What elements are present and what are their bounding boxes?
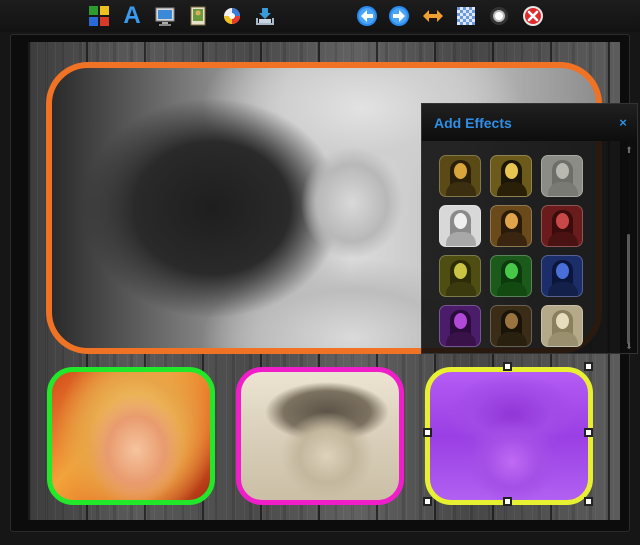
- resize-handle-top[interactable]: [503, 362, 512, 371]
- photo-frame-2[interactable]: [236, 367, 404, 505]
- thumbnail-body: [497, 182, 527, 196]
- effect-thumbnail-blue-tint[interactable]: [541, 255, 583, 297]
- thumbnail-body: [446, 332, 476, 346]
- thumbnail-face: [454, 263, 467, 279]
- thumbnail-face: [505, 313, 518, 329]
- effect-thumbnail-purple-tint[interactable]: [439, 305, 481, 347]
- effect-thumbnail-red-tint[interactable]: [541, 205, 583, 247]
- photo-frame-3[interactable]: [425, 367, 593, 505]
- thumbnail-body: [548, 282, 578, 296]
- toolbar: A: [0, 0, 640, 32]
- text-icon-glyph: A: [123, 2, 141, 29]
- effects-grid: [439, 155, 589, 350]
- thumbnail-body: [548, 332, 578, 346]
- resize-handle-right[interactable]: [584, 428, 593, 437]
- resize-handle-top-right[interactable]: [584, 362, 593, 371]
- thumbnail-body: [497, 232, 527, 246]
- resize-handle-bottom-right[interactable]: [584, 497, 593, 506]
- photo-frame-1[interactable]: [47, 367, 215, 505]
- background-icon[interactable]: [153, 4, 177, 28]
- glow-icon[interactable]: [487, 4, 511, 28]
- add-effects-panel: Add Effects × ⬆ ⬇: [421, 103, 638, 354]
- layout-icon[interactable]: [87, 4, 111, 28]
- effect-thumbnail-green-tint[interactable]: [490, 255, 532, 297]
- text-icon[interactable]: A: [120, 4, 144, 28]
- thumbnail-face: [505, 263, 518, 279]
- thumbnail-face: [556, 313, 569, 329]
- effect-thumbnail-sketch[interactable]: [439, 205, 481, 247]
- effect-thumbnail-gold-tint[interactable]: [439, 155, 481, 197]
- clipart-icon[interactable]: [220, 4, 244, 28]
- thumbnail-face: [454, 163, 467, 179]
- effect-thumbnail-emboss[interactable]: [541, 155, 583, 197]
- thumbnail-body: [446, 182, 476, 196]
- effect-thumbnail-yellow-tint[interactable]: [439, 255, 481, 297]
- thumbnail-face: [505, 213, 518, 229]
- effect-thumbnail-dark-warm[interactable]: [490, 305, 532, 347]
- pattern-icon[interactable]: [454, 4, 478, 28]
- effects-scrollbar[interactable]: ⬆ ⬇: [623, 144, 635, 352]
- delete-icon[interactable]: [521, 4, 545, 28]
- redo-icon[interactable]: [387, 4, 411, 28]
- thumbnail-face: [454, 313, 467, 329]
- thumbnail-face: [556, 263, 569, 279]
- thumbnail-body: [548, 182, 578, 196]
- scroll-up-icon[interactable]: ⬆: [625, 146, 633, 155]
- effect-thumbnail-golden[interactable]: [490, 155, 532, 197]
- thumbnail-face: [454, 213, 467, 229]
- thumbnail-body: [497, 332, 527, 346]
- save-icon[interactable]: [253, 4, 277, 28]
- effect-thumbnail-vivid[interactable]: [490, 205, 532, 247]
- undo-icon[interactable]: [355, 4, 379, 28]
- resize-handle-bottom[interactable]: [503, 497, 512, 506]
- resize-handle-left[interactable]: [423, 428, 432, 437]
- scroll-down-icon[interactable]: ⬇: [625, 342, 633, 351]
- effects-panel-title: Add Effects: [434, 115, 512, 131]
- photo-icon[interactable]: [186, 4, 210, 28]
- effects-panel-header: Add Effects ×: [422, 104, 637, 141]
- thumbnail-body: [446, 282, 476, 296]
- scroll-thumb[interactable]: [627, 234, 630, 344]
- thumbnail-face: [505, 163, 518, 179]
- thumbnail-face: [556, 213, 569, 229]
- thumbnail-body: [548, 232, 578, 246]
- resize-handle-bottom-left[interactable]: [423, 497, 432, 506]
- swap-icon[interactable]: [421, 4, 445, 28]
- thumbnail-body: [497, 282, 527, 296]
- close-icon[interactable]: ×: [616, 116, 630, 130]
- thumbnail-face: [556, 163, 569, 179]
- thumbnail-body: [446, 232, 476, 246]
- effect-thumbnail-pale[interactable]: [541, 305, 583, 347]
